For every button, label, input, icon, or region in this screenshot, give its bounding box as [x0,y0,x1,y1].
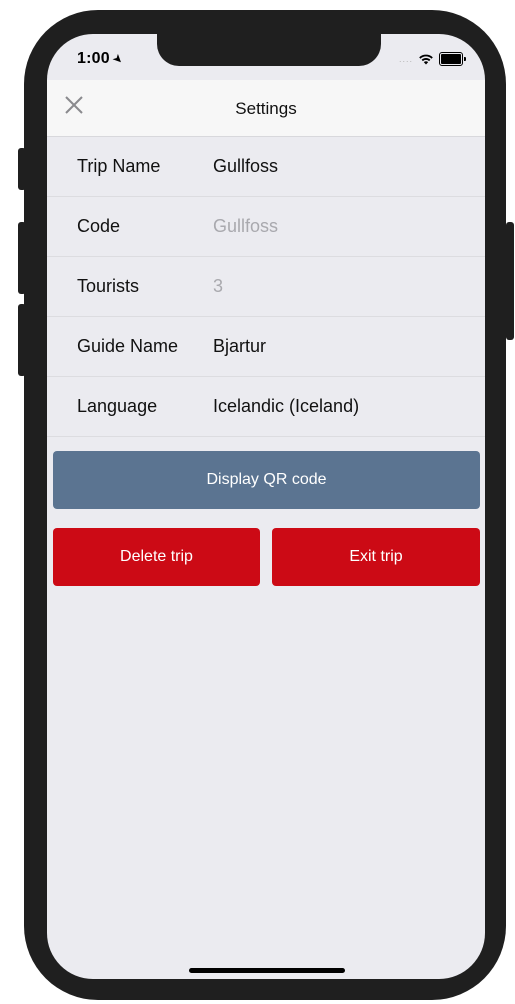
form-row-code[interactable]: Code Gullfoss [47,197,485,257]
notch [157,34,381,66]
status-indicators: .... [398,52,466,66]
battery-icon [439,52,466,66]
power-button [506,222,514,340]
settings-form: Trip Name Gullfoss Code Gullfoss Tourist… [47,137,485,437]
location-arrow-icon: ➤ [109,50,127,68]
trip-name-label: Trip Name [77,156,161,176]
tourists-field[interactable]: 3 [213,276,223,297]
wifi-icon [419,54,433,65]
status-time-text: 1:00 [77,50,110,67]
form-row-language[interactable]: Language Icelandic (Iceland) [47,377,485,437]
navigation-bar: Settings [47,80,485,137]
language-field[interactable]: Icelandic (Iceland) [213,396,359,417]
status-time: 1:00➤ [77,50,127,68]
form-row-guide-name[interactable]: Guide Name Bjartur [47,317,485,377]
language-label: Language [77,396,158,416]
tourists-label: Tourists [77,276,140,296]
home-indicator[interactable] [189,968,345,973]
phone-screen: 1:00➤ .... Settings Trip Name Gullfoss C… [47,34,485,979]
code-label: Code [77,216,121,236]
form-row-tourists[interactable]: Tourists 3 [47,257,485,317]
delete-trip-button[interactable]: Delete trip [53,528,260,586]
signal-strength-icon: .... [398,54,413,64]
exit-trip-button[interactable]: Exit trip [272,528,480,586]
guide-name-label: Guide Name [77,336,179,356]
trip-name-field[interactable]: Gullfoss [213,156,278,177]
display-qr-code-button[interactable]: Display QR code [53,451,480,509]
code-field[interactable]: Gullfoss [213,216,278,237]
form-row-trip-name[interactable]: Trip Name Gullfoss [47,137,485,197]
page-title: Settings [235,99,297,118]
guide-name-field[interactable]: Bjartur [213,336,266,357]
